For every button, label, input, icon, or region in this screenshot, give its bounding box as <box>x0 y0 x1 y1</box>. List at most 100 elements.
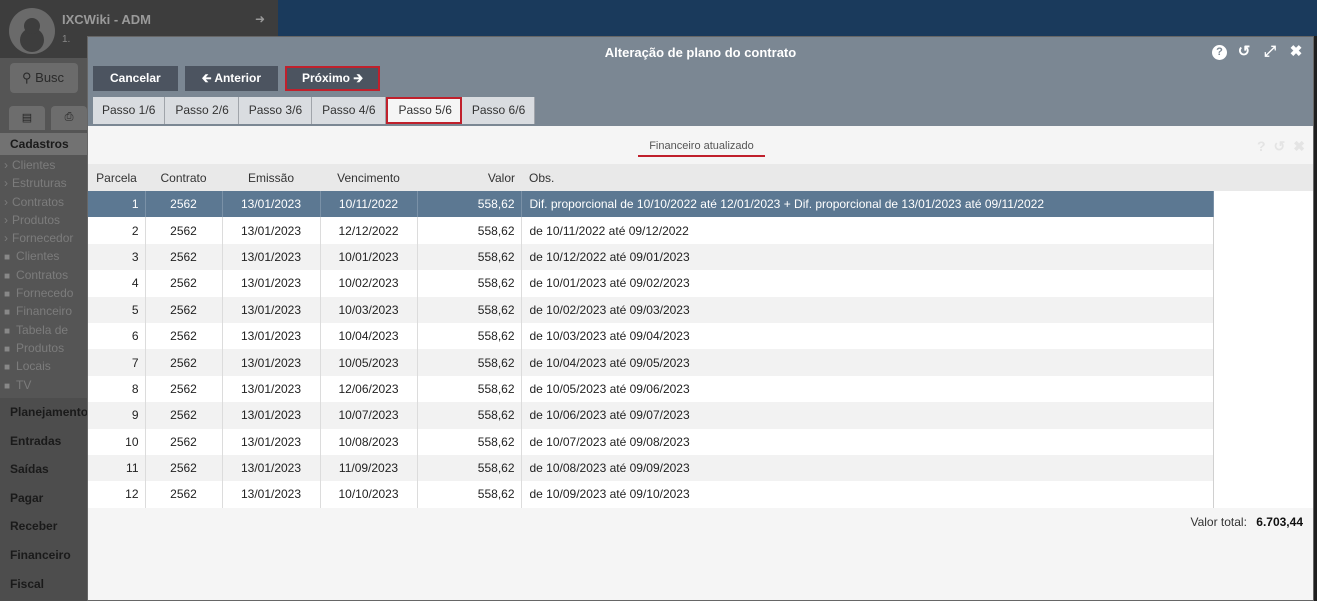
cell-vencimento: 10/02/2023 <box>320 270 418 297</box>
sidebar-item[interactable]: Contratos <box>0 195 87 213</box>
sidebar-tabs: ▤ ⎙ <box>0 106 87 130</box>
sidebar-item[interactable]: Contratos <box>0 268 87 286</box>
sidebar-item[interactable]: Clientes <box>0 249 87 267</box>
help-icon[interactable]: ? <box>1257 138 1266 155</box>
cell-parcela: 2 <box>88 217 146 244</box>
cell-vencimento: 12/06/2023 <box>320 375 418 403</box>
col-parcela[interactable]: Parcela <box>88 164 145 191</box>
cell-emissao: 13/01/2023 <box>222 402 321 429</box>
sidebar-item[interactable]: Financeiro <box>0 304 87 322</box>
tab-print-icon[interactable]: ⎙ <box>51 106 87 130</box>
next-label: Próximo <box>301 71 350 85</box>
cell-vencimento: 10/08/2023 <box>320 428 418 455</box>
step-1[interactable]: Passo 1/6 <box>93 97 166 124</box>
sidebar-menu-item[interactable]: Financeiro <box>0 541 87 570</box>
history-icon[interactable]: ↺ <box>1274 138 1286 155</box>
sidebar-menu-item[interactable]: Receber <box>0 512 87 541</box>
cell-valor: 558,62 <box>417 349 522 376</box>
cell-emissao: 13/01/2023 <box>222 322 321 350</box>
cell-vencimento: 10/10/2023 <box>320 481 418 508</box>
expand-icon[interactable]: ⤢ <box>1261 43 1279 61</box>
cell-vencimento: 10/01/2023 <box>320 243 418 271</box>
table-body: 1 2562 13/01/2023 10/11/2022 558,62 Dif. prop… <box>88 191 1214 508</box>
sidebar-item[interactable]: Locais <box>0 359 87 377</box>
tab-financeiro-atualizado[interactable]: Financeiro atualizado <box>638 140 765 157</box>
cell-contrato: 2562 <box>145 481 223 508</box>
sidebar-menu-item[interactable]: Planejamento <box>0 398 87 427</box>
logout-icon[interactable]: ➜ <box>255 12 265 26</box>
cell-valor: 558,62 <box>417 191 522 218</box>
cell-parcela: 1 <box>88 191 146 218</box>
sidebar-item[interactable]: TV <box>0 378 87 396</box>
close-icon[interactable]: ✖ <box>1293 138 1305 155</box>
table-row[interactable]: 4 2562 13/01/2023 10/02/2023 558,62 de 10/01/… <box>88 270 1214 297</box>
cell-valor: 558,62 <box>417 296 522 323</box>
sidebar-item[interactable]: Tabela de <box>0 323 87 341</box>
sidebar-menu-item[interactable]: Saídas <box>0 455 87 484</box>
sidebar-menu: Planejamento Entradas Saídas Pagar Receber Fi… <box>0 398 87 601</box>
col-valor[interactable]: Valor <box>417 164 521 191</box>
table-row[interactable]: 9 2562 13/01/2023 10/07/2023 558,62 de 10/06/… <box>88 402 1214 429</box>
sidebar-item[interactable]: Produtos <box>0 341 87 359</box>
cell-contrato: 2562 <box>145 296 223 323</box>
table-row[interactable]: 12 2562 13/01/2023 10/10/2023 558,62 de 10/09… <box>88 481 1214 508</box>
table-row[interactable]: 7 2562 13/01/2023 10/05/2023 558,62 de 10/04/… <box>88 349 1214 376</box>
avatar[interactable] <box>9 8 55 54</box>
cell-obs: de 10/01/2023 até 09/02/2023 <box>521 270 1214 297</box>
table-row[interactable]: 1 2562 13/01/2023 10/11/2022 558,62 Dif. prop… <box>88 191 1214 218</box>
sidebar-item[interactable]: Estruturas <box>0 176 87 194</box>
table-row[interactable]: 8 2562 13/01/2023 12/06/2023 558,62 de 10/05/… <box>88 375 1214 403</box>
sidebar-menu-item[interactable]: Pagar <box>0 484 87 513</box>
cell-parcela: 5 <box>88 296 146 323</box>
table-row[interactable]: 6 2562 13/01/2023 10/04/2023 558,62 de 10/03/… <box>88 322 1214 350</box>
step-2[interactable]: Passo 2/6 <box>165 97 239 124</box>
cell-contrato: 2562 <box>145 243 223 271</box>
tab-list-icon[interactable]: ▤ <box>9 106 45 130</box>
table-row[interactable]: 3 2562 13/01/2023 10/01/2023 558,62 de 10/12/… <box>88 243 1214 271</box>
table-row[interactable]: 5 2562 13/01/2023 10/03/2023 558,62 de 10/02/… <box>88 296 1214 323</box>
col-emissao[interactable]: Emissão <box>222 164 320 191</box>
cell-emissao: 13/01/2023 <box>222 243 321 271</box>
cancel-button[interactable]: Cancelar <box>93 66 178 91</box>
cell-valor: 558,62 <box>417 375 522 403</box>
step-6[interactable]: Passo 6/6 <box>461 97 536 124</box>
total-label: Valor total: <box>1190 515 1247 529</box>
sidebar-item[interactable]: Fornecedor <box>0 231 87 249</box>
modal-header: Alteração de plano do contrato ? ↺ ⤢ ✖ C… <box>88 37 1313 126</box>
sidebar-item[interactable]: Fornecedo <box>0 286 87 304</box>
sidebar-section-title[interactable]: Cadastros <box>0 133 87 155</box>
sidebar-search-input[interactable]: ⚲ Busc <box>10 63 78 93</box>
col-contrato[interactable]: Contrato <box>145 164 222 191</box>
cell-emissao: 13/01/2023 <box>222 191 321 218</box>
cell-vencimento: 11/09/2023 <box>320 454 418 482</box>
cell-contrato: 2562 <box>145 402 223 429</box>
step-4[interactable]: Passo 4/6 <box>312 97 386 124</box>
col-obs[interactable]: Obs. <box>521 164 1214 191</box>
arrow-right-icon: 🡲 <box>350 71 364 85</box>
cell-parcela: 11 <box>88 454 146 482</box>
close-icon[interactable]: ✖ <box>1287 43 1305 61</box>
previous-button[interactable]: 🡰 Anterior <box>184 66 278 91</box>
search-icon: ⚲ <box>22 70 32 85</box>
cell-emissao: 13/01/2023 <box>222 375 321 403</box>
cell-obs: de 10/05/2023 até 09/06/2023 <box>521 375 1214 403</box>
next-button[interactable]: Próximo 🡲 <box>284 66 381 91</box>
total-summary: Valor total: 6.703,44 <box>1190 515 1303 529</box>
help-icon[interactable]: ? <box>1212 45 1227 60</box>
history-icon[interactable]: ↺ <box>1235 43 1253 61</box>
sidebar-menu-item[interactable]: Fiscal <box>0 570 87 599</box>
table-row[interactable]: 2 2562 13/01/2023 12/12/2022 558,62 de 10/11/… <box>88 217 1214 244</box>
sidebar-item[interactable]: Clientes <box>0 158 87 176</box>
change-plan-modal: Alteração de plano do contrato ? ↺ ⤢ ✖ C… <box>87 36 1314 601</box>
step-3[interactable]: Passo 3/6 <box>238 97 313 124</box>
content-icons: ? ↺ ✖ <box>1257 138 1305 155</box>
table-row[interactable]: 10 2562 13/01/2023 10/08/2023 558,62 de 10/07… <box>88 428 1214 455</box>
step-5[interactable]: Passo 5/6 <box>385 97 462 124</box>
previous-label: Anterior <box>214 71 261 85</box>
sidebar-item[interactable]: Produtos <box>0 213 87 231</box>
cell-vencimento: 10/11/2022 <box>320 191 418 218</box>
col-vencimento[interactable]: Vencimento <box>320 164 417 191</box>
sidebar-menu-item[interactable]: Entradas <box>0 427 87 456</box>
cell-parcela: 10 <box>88 428 146 455</box>
table-row[interactable]: 11 2562 13/01/2023 11/09/2023 558,62 de 10/08… <box>88 454 1214 482</box>
